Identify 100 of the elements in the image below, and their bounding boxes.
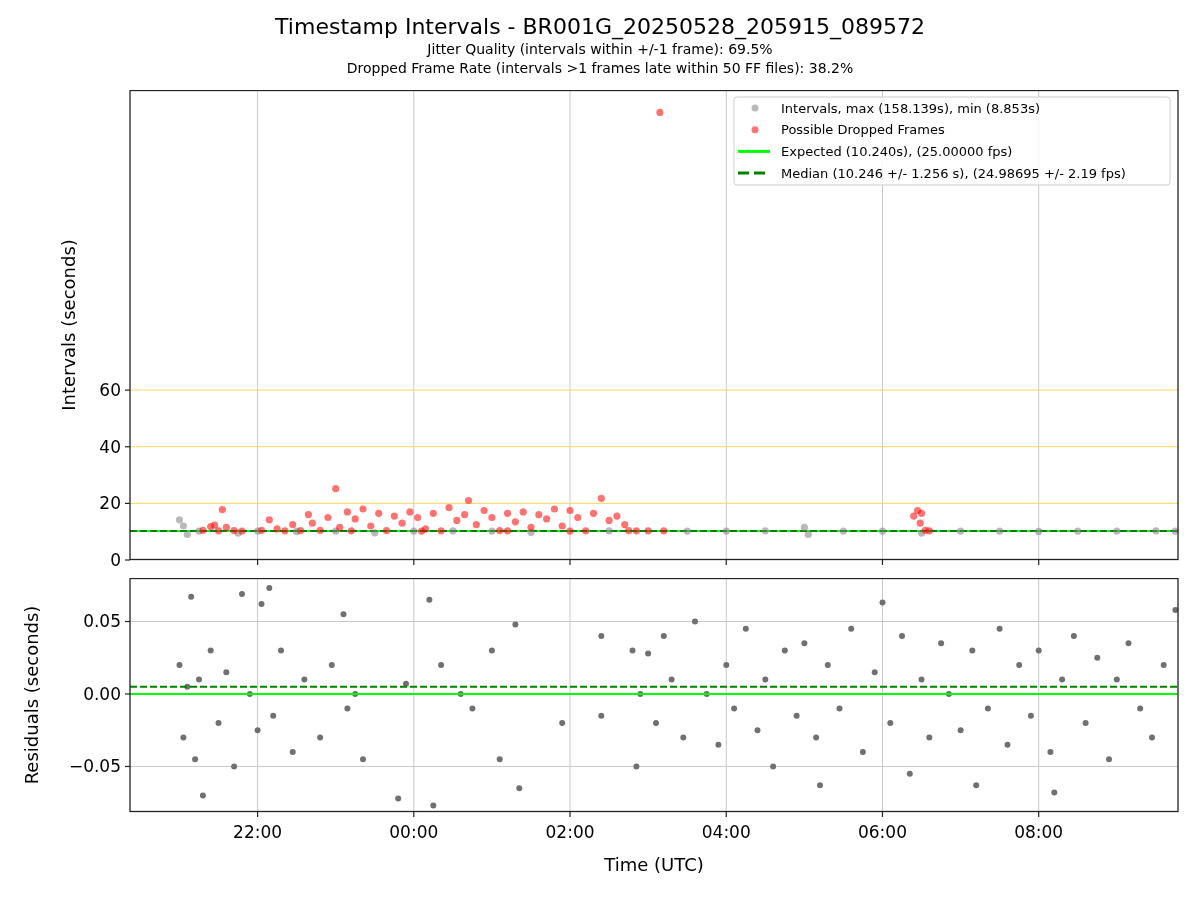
- interval-point: [996, 527, 1004, 535]
- residual-point: [653, 720, 659, 726]
- residual-point: [633, 763, 640, 770]
- dropped-frame-point: [429, 509, 437, 517]
- x-tick-label: 04:00: [701, 822, 751, 842]
- interval-point: [332, 527, 340, 535]
- dropped-frame-point: [359, 505, 367, 513]
- residual-point: [645, 650, 652, 657]
- residual-point: [1125, 640, 1132, 647]
- dropped-frame-point: [550, 505, 558, 513]
- residual-point: [1027, 712, 1034, 719]
- interval-point: [254, 527, 262, 535]
- residual-point: [340, 611, 347, 618]
- residual-point: [1059, 676, 1066, 683]
- dropped-frame-point: [589, 509, 598, 517]
- residual-point: [817, 782, 823, 789]
- residual-point: [1149, 734, 1155, 741]
- interval-point: [195, 527, 203, 535]
- residual-point: [457, 691, 464, 697]
- residual-point: [1160, 662, 1167, 668]
- residual-point: [426, 596, 433, 603]
- legend-label: Median (10.246 +/- 1.256 s), (24.98695 +/- 2.19 fps): [781, 165, 1126, 181]
- interval-point: [1113, 527, 1121, 535]
- residual-point: [301, 676, 308, 683]
- legend-label: Intervals, max (158.139s), min (8.853s): [781, 100, 1040, 116]
- legend-marker-icon: [751, 104, 759, 112]
- residual-point: [918, 676, 925, 683]
- interval-point: [605, 527, 613, 535]
- residual-point: [813, 734, 820, 741]
- dropped-frame-point: [375, 509, 383, 517]
- x-tick-label: 08:00: [1014, 822, 1064, 842]
- residual-point: [196, 676, 202, 683]
- y-tick-label: 0.05: [83, 611, 121, 632]
- interval-point: [449, 527, 457, 535]
- residual-point: [848, 625, 855, 632]
- interval-point: [683, 527, 691, 535]
- residual-point: [793, 712, 800, 719]
- interval-point: [1074, 527, 1082, 535]
- residual-point: [317, 734, 324, 741]
- y-axis-label: Residuals (seconds): [21, 605, 42, 785]
- residual-point: [258, 601, 265, 608]
- interval-point: [839, 527, 847, 535]
- dropped-frame-point: [527, 523, 535, 531]
- residual-point: [254, 727, 261, 734]
- y-tick-label: 60: [99, 380, 121, 401]
- residual-point: [199, 792, 206, 799]
- residual-point: [231, 763, 238, 770]
- interval-point: [1171, 527, 1179, 535]
- interval-point: [917, 529, 926, 537]
- residual-point: [703, 691, 710, 697]
- residual-point: [278, 647, 284, 654]
- interval-point: [293, 527, 301, 535]
- residual-point: [328, 662, 335, 668]
- residual-point: [629, 647, 636, 654]
- residual-point: [598, 633, 605, 639]
- residual-point: [430, 802, 437, 809]
- residual-point: [996, 625, 1003, 632]
- residual-point: [352, 691, 359, 697]
- x-tick-label: 00:00: [389, 822, 439, 842]
- figure-title: Timestamp Intervals - BR001G_20250528_205915_089572: [275, 14, 925, 41]
- residual-point: [488, 647, 495, 654]
- residual-point: [637, 691, 644, 697]
- residual-point: [512, 621, 519, 628]
- residual-point: [781, 647, 788, 654]
- interval-point: [371, 529, 379, 537]
- residual-point: [344, 705, 351, 712]
- legend-label: Expected (10.240s), (25.00000 fps): [781, 143, 1013, 159]
- residual-point: [1137, 705, 1144, 712]
- residual-point: [223, 669, 230, 676]
- dropped-frame-point: [519, 508, 527, 516]
- dropped-frame-point: [218, 506, 226, 514]
- residual-point: [770, 763, 777, 770]
- residual-point: [762, 676, 769, 683]
- residual-point: [723, 662, 730, 668]
- residual-point: [906, 770, 913, 777]
- residual-point: [742, 625, 749, 632]
- residual-point: [984, 705, 991, 712]
- residual-point: [715, 741, 722, 748]
- residual-point: [887, 720, 894, 726]
- residual-point: [1016, 662, 1023, 668]
- dropped-frame-point: [332, 485, 340, 493]
- x-tick-label: 06:00: [858, 822, 907, 842]
- residual-point: [1035, 647, 1042, 654]
- residual-point: [559, 720, 566, 726]
- dropped-frame-point: [336, 523, 344, 531]
- legend-line-icon: [738, 149, 770, 153]
- dropped-frame-point: [257, 526, 266, 534]
- residual-point: [969, 647, 976, 654]
- residual-point: [1094, 654, 1101, 661]
- residual-point: [836, 705, 843, 712]
- y-tick-label: 0: [110, 550, 121, 570]
- residual-point: [469, 705, 476, 712]
- residual-point: [680, 734, 687, 741]
- y-tick-label: 40: [99, 436, 121, 457]
- residual-point: [188, 593, 195, 600]
- dropped-frame-point: [382, 527, 391, 535]
- dropped-frame-point: [656, 108, 664, 116]
- y-tick-label: 20: [99, 493, 121, 514]
- dropped-frame-point: [464, 496, 473, 505]
- residual-point: [192, 756, 199, 763]
